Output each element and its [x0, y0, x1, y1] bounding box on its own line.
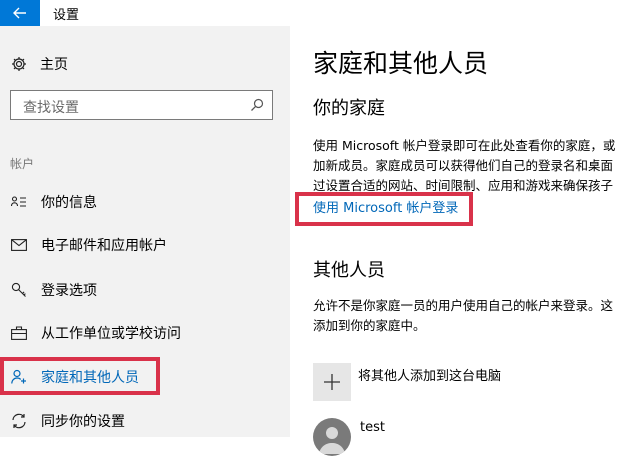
sidebar-item-label: 同步你的设置 [41, 414, 125, 430]
search-placeholder: 查找设置 [23, 100, 79, 116]
title-bar: 设置 [0, 0, 640, 26]
others-description-line: 允许不是你家庭一员的用户使用自己的帐户来登录。这 [313, 298, 614, 313]
sidebar-home[interactable]: 主页 [10, 52, 68, 76]
person-list-icon [10, 193, 28, 211]
page-title: 家庭和其他人员 [313, 49, 489, 78]
gear-icon [10, 55, 28, 73]
sidebar-item-label: 登录选项 [41, 283, 97, 299]
highlight-box-family [0, 357, 160, 395]
family-heading: 你的家庭 [313, 98, 385, 119]
avatar[interactable] [313, 418, 351, 456]
briefcase-icon [10, 324, 28, 342]
sidebar-home-label: 主页 [40, 57, 68, 73]
user-icon [319, 427, 345, 454]
add-other-user-label[interactable]: 将其他人添加到这台电脑 [358, 365, 501, 384]
sidebar-item-email-accounts[interactable]: 电子邮件和应用帐户 [10, 231, 280, 259]
sidebar-item-sign-in-options[interactable]: 登录选项 [10, 276, 280, 304]
search-input[interactable]: 查找设置 [10, 90, 273, 120]
user-name[interactable]: test [360, 420, 385, 435]
sidebar: 主页 查找设置 帐户 你的信息 电子邮件和应用帐户 登录选项 从工作单位或学校访… [0, 26, 290, 437]
arrow-left-icon [13, 7, 26, 19]
search-icon[interactable] [250, 97, 264, 116]
sidebar-item-label: 从工作单位或学校访问 [41, 326, 181, 342]
sidebar-item-your-info[interactable]: 你的信息 [10, 188, 280, 216]
family-description-line: 使用 Microsoft 帐户登录即可在此处查看你的家庭，或 [313, 138, 616, 153]
sync-icon [10, 412, 28, 430]
add-other-user-button[interactable] [313, 363, 351, 401]
sidebar-item-label: 你的信息 [41, 195, 97, 211]
plus-icon [324, 374, 340, 390]
key-icon [10, 281, 28, 299]
window-title: 设置 [53, 8, 80, 23]
back-button[interactable] [0, 0, 40, 26]
others-description-line: 添加到你的家庭中。 [313, 318, 426, 333]
sidebar-item-label: 电子邮件和应用帐户 [41, 238, 167, 254]
mail-icon [10, 236, 28, 254]
family-description-line: 加新成员。家庭成员可以获得他们自己的登录名和桌面 [313, 158, 614, 173]
highlight-box-sign-in [295, 192, 473, 226]
sidebar-item-sync[interactable]: 同步你的设置 [10, 407, 280, 435]
section-label-accounts: 帐户 [10, 157, 35, 171]
sidebar-item-work-school[interactable]: 从工作单位或学校访问 [10, 319, 280, 347]
others-heading: 其他人员 [313, 260, 385, 281]
